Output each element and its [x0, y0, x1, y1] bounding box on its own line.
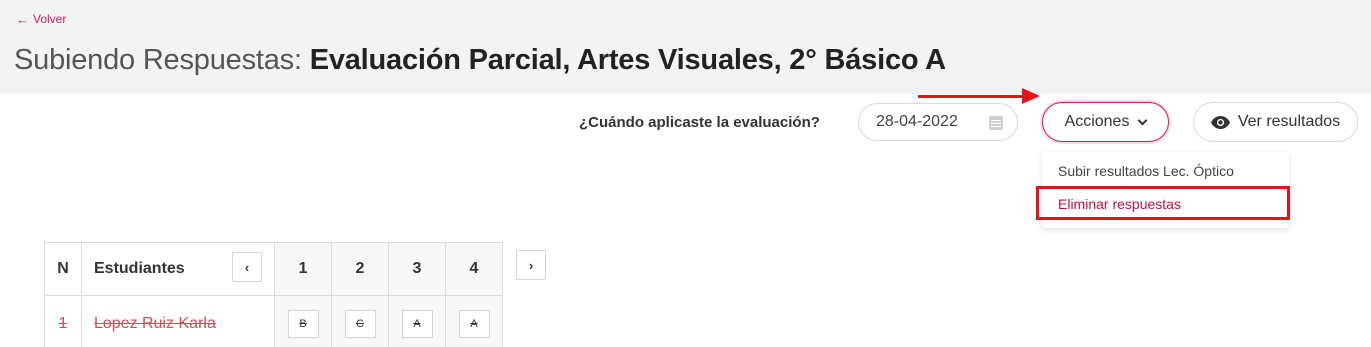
answer-cell: C: [331, 295, 389, 347]
student-name: Lopez Ruiz Karla: [94, 314, 216, 332]
column-header-q1: 1: [274, 242, 332, 296]
answer-cell: A: [388, 295, 446, 347]
date-field[interactable]: 28-04-2022: [858, 103, 1018, 141]
annotation-arrow-line: [918, 95, 1024, 98]
column-header-n: N: [44, 242, 82, 296]
row-number-value: 1: [58, 314, 68, 332]
column-header-q3: 3: [388, 242, 446, 296]
student-name-cell: Lopez Ruiz Karla: [81, 295, 275, 347]
view-results-label: Ver resultados: [1237, 113, 1341, 130]
page-header: ← Volver Subiendo Respuestas: Evaluación…: [0, 0, 1371, 94]
actions-dropdown-button[interactable]: Acciones: [1042, 102, 1169, 142]
chevron-right-icon[interactable]: ›: [516, 250, 546, 280]
arrow-left-icon: ←: [16, 11, 29, 27]
answer-input[interactable]: C: [344, 309, 376, 338]
students-header-label: Estudiantes: [94, 260, 185, 277]
chevron-down-icon: [1138, 115, 1148, 125]
row-number: 1: [44, 295, 82, 347]
actions-dropdown-menu: Subir resultados Lec. Óptico Eliminar re…: [1042, 152, 1289, 228]
table-header-row: N Estudiantes ‹ 1 2 3 4: [44, 242, 503, 296]
calendar-icon: [989, 114, 1003, 130]
answers-table: N Estudiantes ‹ 1 2 3 4 1 Lopez Ruiz Kar…: [44, 242, 503, 347]
view-results-button[interactable]: Ver resultados: [1193, 102, 1358, 142]
actions-label: Acciones: [1064, 113, 1130, 130]
menu-item-delete-answers[interactable]: Eliminar respuestas: [1058, 196, 1181, 212]
title-main: Evaluación Parcial, Artes Visuales, 2° B…: [309, 44, 946, 76]
annotation-arrow-head: [1022, 88, 1040, 104]
answer-input[interactable]: B: [287, 309, 319, 338]
eye-icon: [1210, 115, 1230, 129]
answer-input[interactable]: A: [401, 309, 433, 338]
answer-input[interactable]: A: [458, 309, 490, 338]
chevron-left-icon[interactable]: ‹: [232, 252, 262, 282]
answer-cell: A: [445, 295, 503, 347]
date-value: 28-04-2022: [876, 113, 958, 130]
column-header-q2: 2: [331, 242, 389, 296]
back-label: Volver: [33, 12, 67, 26]
menu-item-upload-optical[interactable]: Subir resultados Lec. Óptico: [1058, 163, 1234, 179]
table-row: 1 Lopez Ruiz Karla B C A A: [44, 295, 503, 347]
back-link[interactable]: ← Volver: [16, 12, 66, 26]
column-header-students: Estudiantes ‹: [81, 242, 275, 296]
date-question-label: ¿Cuándo aplicaste la evaluación?: [579, 114, 820, 131]
title-prefix: Subiendo Respuestas:: [14, 44, 302, 76]
page-title: Subiendo Respuestas: Evaluación Parcial,…: [14, 44, 946, 77]
answer-cell: B: [274, 295, 332, 347]
column-header-q4: 4: [445, 242, 503, 296]
